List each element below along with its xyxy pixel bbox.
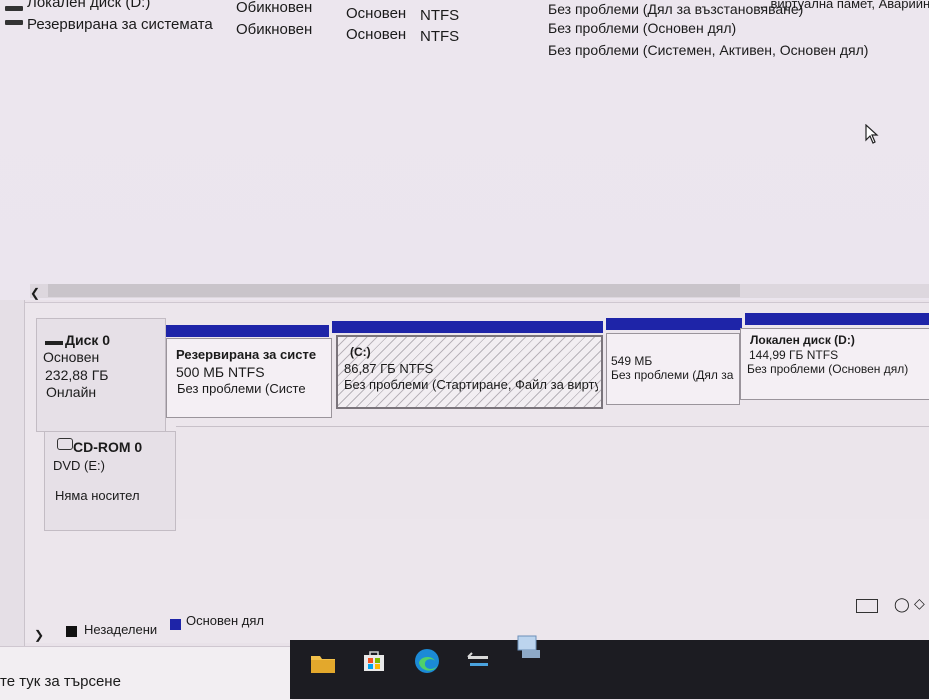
volume-layout: Обикновен [236,0,313,16]
store-icon[interactable] [362,648,386,672]
primary-legend-icon [170,619,181,630]
legend-unallocated: Незаделени [84,622,158,637]
disk-mgmt-icon[interactable] [516,632,542,662]
cdrom-0-label[interactable]: CD-ROM 0 DVD (E:) Няма носител [44,431,176,531]
disk-0-label[interactable]: Диск 0 Основен 232,88 ГБ Онлайн [36,318,166,432]
mouse-pointer-icon [865,124,879,144]
partition-c[interactable]: (C:) 86,87 ГБ NTFS Без проблеми (Стартир… [336,335,603,409]
partition-status: Без проблеми (Систе [177,381,306,396]
volume-status: Без проблеми (Основен дял) [548,20,737,36]
scroll-right-icon[interactable]: ❯ [34,628,44,642]
disk-icon [45,341,63,345]
partition-size: 86,87 ГБ NTFS [344,361,434,376]
partition-status: Без проблеми (Дял за [611,368,734,382]
cdrom-state: Няма носител [55,488,140,503]
partition-d[interactable]: Локален диск (D:) 144,99 ГБ NTFS Без про… [740,328,929,400]
volume-type: Основен [346,5,407,22]
partition-bar [606,318,742,330]
edge-icon[interactable] [414,648,440,674]
partition-size: 500 МБ NTFS [176,364,265,380]
volume-fs: NTFS [420,28,460,45]
scroll-left-icon[interactable]: ❮ [30,286,40,300]
legend-primary: Основен дял [186,613,265,628]
volume-name[interactable]: Резервирана за системата [27,16,213,33]
partition-status: Без проблеми (Основен дял) [747,362,909,376]
drive-icon [5,6,23,11]
volume-name[interactable]: Локален диск (D:) [27,0,150,11]
partition-name: (C:) [350,345,371,359]
tray-overflow-icon[interactable]: ◇ [914,595,925,612]
partition-name: Резервирана за систе [176,347,317,362]
partition-bar [745,313,929,325]
unallocated-legend-icon [66,626,77,637]
folder-icon[interactable] [310,652,336,674]
partition-bar [166,325,329,337]
partition-bar [332,321,603,333]
taskbar [290,635,929,699]
cdrom-kind: DVD (E:) [53,458,105,473]
partition-size: 144,99 ГБ NTFS [749,348,839,362]
volume-type: Основен [346,26,407,43]
volume-status: Без проблеми (Системен, Активен, Основен… [548,42,869,58]
volume-layout: Обикновен [236,21,313,38]
partition-name: Локален диск (D:) [750,333,855,347]
volume-list: Локален диск (D:) Обикновен Основен NTFS… [0,0,929,300]
keyboard-icon[interactable] [856,599,878,613]
taskbar-search[interactable]: те тук за търсене [0,646,292,700]
disk-state: Онлайн [46,384,97,400]
cdrom-empty-area [176,426,929,519]
disk-kind: Основен [43,349,100,365]
disk-title: Диск 0 [65,332,111,348]
partition-size: 549 МБ [611,354,653,368]
search-input[interactable]: те тук за търсене [0,673,121,690]
disk-size: 232,88 ГБ [45,367,109,383]
partition-system-reserved[interactable]: Резервирана за систе 500 МБ NTFS Без про… [166,338,332,418]
cdrom-icon [57,438,73,450]
volume-status-cut: ... виртуална памет, Аварийно к [756,0,929,11]
network-icon[interactable] [466,650,490,672]
partition-status: Без проблеми (Стартиране, Файл за вирту [344,377,598,392]
help-icon[interactable]: ◯ [894,596,910,613]
drive-icon [5,20,23,25]
partition-recovery[interactable]: 549 МБ Без проблеми (Дял за [606,333,740,405]
cdrom-title: CD-ROM 0 [73,439,143,455]
volume-fs: NTFS [420,7,460,24]
scrollbar-thumb[interactable] [48,284,740,297]
